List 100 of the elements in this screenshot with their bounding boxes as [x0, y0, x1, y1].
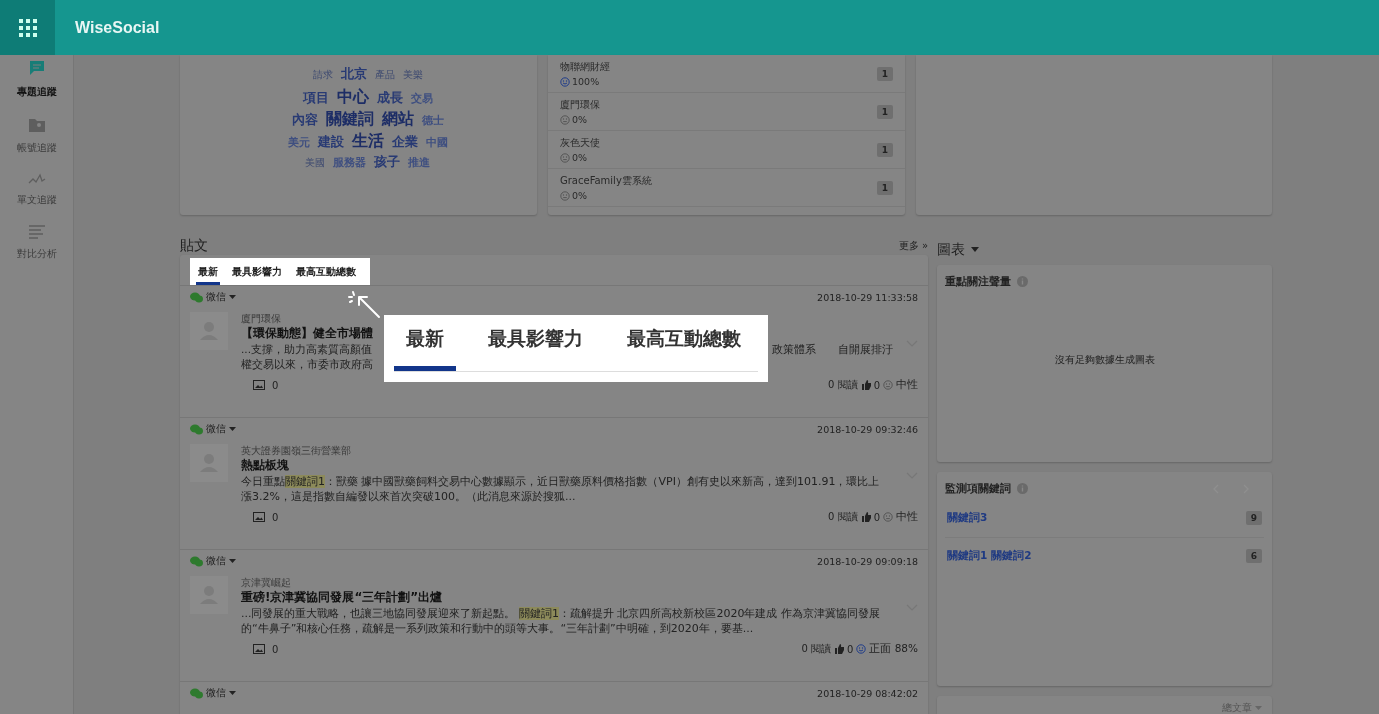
count-badge: 1 [876, 104, 893, 119]
image-count: 0 [272, 643, 279, 655]
like-count: 0 [873, 511, 880, 523]
pulse-icon [27, 173, 46, 185]
post-time: 2018-10-29 11:33:58 [817, 291, 918, 303]
chat-bubbles-icon [190, 423, 203, 435]
post-title[interactable]: 【環保動態】健全市場體 [241, 325, 373, 342]
tab[interactable]: 最高互動總數 [615, 326, 753, 371]
cloud-word: 項目 [302, 91, 329, 104]
sidebar-item[interactable]: 單文追蹤 [0, 173, 73, 207]
tab[interactable]: 最新 [196, 258, 220, 285]
tab[interactable]: 最具影響力 [230, 258, 284, 285]
post-excerpt: 今日重點關鍵詞1：獸藥 據中國獸藥飼料交易中心數據顯示，近日獸藥原料價格指數（VPI）創有史以來新高，達到101.91，環比上漲3.2%，這是指數自編發以來首次突破100。（此消息來源於搜狐... [241, 474, 881, 504]
thumbs-up-icon [833, 644, 844, 654]
text-lines-icon [27, 225, 46, 239]
read-count: 0 閱讀 [801, 642, 831, 656]
cloud-word: 交易 [410, 93, 433, 104]
sentiment-percent: 100% [572, 76, 600, 87]
post-author: 京津冀崛起 [241, 576, 291, 589]
caret-icon [229, 427, 236, 431]
cloud-word: 成長 [376, 91, 403, 104]
keyword-link[interactable]: 關鍵詞2 [991, 549, 1032, 564]
source-dropdown[interactable]: 微信 [190, 422, 236, 436]
empty-message: 沒有足夠數據生成圖表 [1054, 353, 1155, 368]
post-excerpt: 權交易以來，市委市政府高 [241, 357, 373, 372]
chat-icon [27, 59, 46, 77]
account-name: 物聯網財經 [560, 60, 610, 74]
info-icon[interactable] [1017, 483, 1028, 495]
tab[interactable]: 最高互動總數 [294, 258, 358, 285]
count-badge: 1 [876, 142, 893, 157]
caret-icon [229, 691, 236, 695]
like-count: 0 [873, 379, 880, 391]
post-excerpt: 自開展排汙 [838, 342, 893, 357]
cloud-word: 建設 [317, 135, 344, 148]
post-author: 廈門環保 [241, 312, 281, 325]
count-badge: 1 [876, 180, 893, 195]
account-name: GraceFamily雲系統 [560, 174, 652, 188]
apps-menu-button[interactable] [0, 0, 55, 55]
chat-bubbles-icon [190, 687, 203, 699]
card-title: 監測項關鍵詞 [945, 481, 1011, 496]
cloud-word: 企業 [391, 135, 418, 148]
caret-icon [229, 559, 236, 563]
cloud-word: 關鍵詞 [325, 111, 374, 127]
source-dropdown[interactable]: 微信 [190, 290, 236, 304]
info-icon[interactable] [1017, 276, 1028, 288]
caret-icon [229, 295, 236, 299]
card-title: 重點關注聲量 [945, 274, 1011, 289]
post-excerpt: ...支撐，助力高素質高顏值 [241, 342, 372, 357]
cloud-word: 孩子 [374, 155, 400, 168]
tab[interactable]: 最具影響力 [476, 326, 595, 371]
source-dropdown[interactable]: 微信 [190, 554, 236, 568]
image-icon [253, 512, 265, 522]
cloud-word: 服務器 [333, 157, 366, 168]
sidebar-item[interactable]: 帳號追蹤 [0, 117, 73, 155]
post-excerpt: 政策體系 [772, 342, 816, 357]
source-dropdown[interactable]: 微信 [190, 686, 236, 700]
section-title: 貼文 [180, 237, 208, 255]
sentiment-label: 中性 [896, 510, 918, 524]
read-count: 0 閱讀 [828, 510, 858, 524]
pointer-hint-icon [347, 289, 381, 321]
post-title[interactable]: 重磅!京津冀協同發展“三年計劃”出爐 [241, 589, 443, 606]
sentiment-label: 中性 [896, 378, 918, 392]
cloud-word: 美元 [287, 137, 310, 148]
image-icon [253, 380, 265, 390]
sidebar-item[interactable]: 專題追蹤 [0, 59, 73, 99]
chat-bubbles-icon [190, 291, 203, 303]
cloud-word: 中心 [336, 89, 369, 105]
tab[interactable]: 最新 [394, 326, 456, 371]
sentiment-percent: 0% [572, 152, 588, 163]
sentiment-label: 正面 88% [869, 642, 918, 656]
account-name: 廈門環保 [560, 98, 600, 112]
image-count: 0 [272, 379, 279, 391]
like-count: 0 [846, 643, 854, 655]
sentiment-percent: 0% [572, 190, 588, 201]
cloud-word: 中國 [425, 137, 448, 148]
post-title[interactable]: 熱點板塊 [241, 457, 289, 474]
post-author: 英大證券園嶺三街營業部 [241, 444, 351, 457]
image-count: 0 [272, 511, 279, 523]
cloud-word: 請求 [312, 70, 333, 80]
post-time: 2018-10-29 09:09:18 [817, 555, 918, 567]
grid-icon [18, 18, 37, 37]
cloud-word: 生活 [351, 133, 384, 149]
charts-dropdown[interactable]: 圖表 [937, 240, 979, 259]
sidebar-item[interactable]: 對比分析 [0, 225, 73, 261]
cloud-word: 德士 [421, 115, 444, 126]
sentiment-percent: 0% [572, 114, 588, 125]
caret-icon [971, 247, 979, 253]
chat-bubbles-icon [190, 555, 203, 567]
count-badge: 9 [1245, 511, 1262, 526]
keyword-link[interactable]: 關鍵詞1 [947, 549, 988, 564]
post-time: 2018-10-29 09:32:46 [817, 423, 918, 435]
cloud-word: 內容 [291, 113, 318, 126]
read-count: 0 閱讀 [828, 378, 858, 392]
count-badge: 1 [876, 66, 893, 81]
account-name: 灰色天使 [560, 136, 600, 150]
thumbs-up-icon [860, 512, 871, 522]
more-link[interactable]: 更多 » [898, 239, 928, 253]
thumbs-up-icon [860, 380, 871, 390]
folder-icon [27, 117, 46, 133]
keyword-link[interactable]: 關鍵詞3 [947, 511, 988, 526]
